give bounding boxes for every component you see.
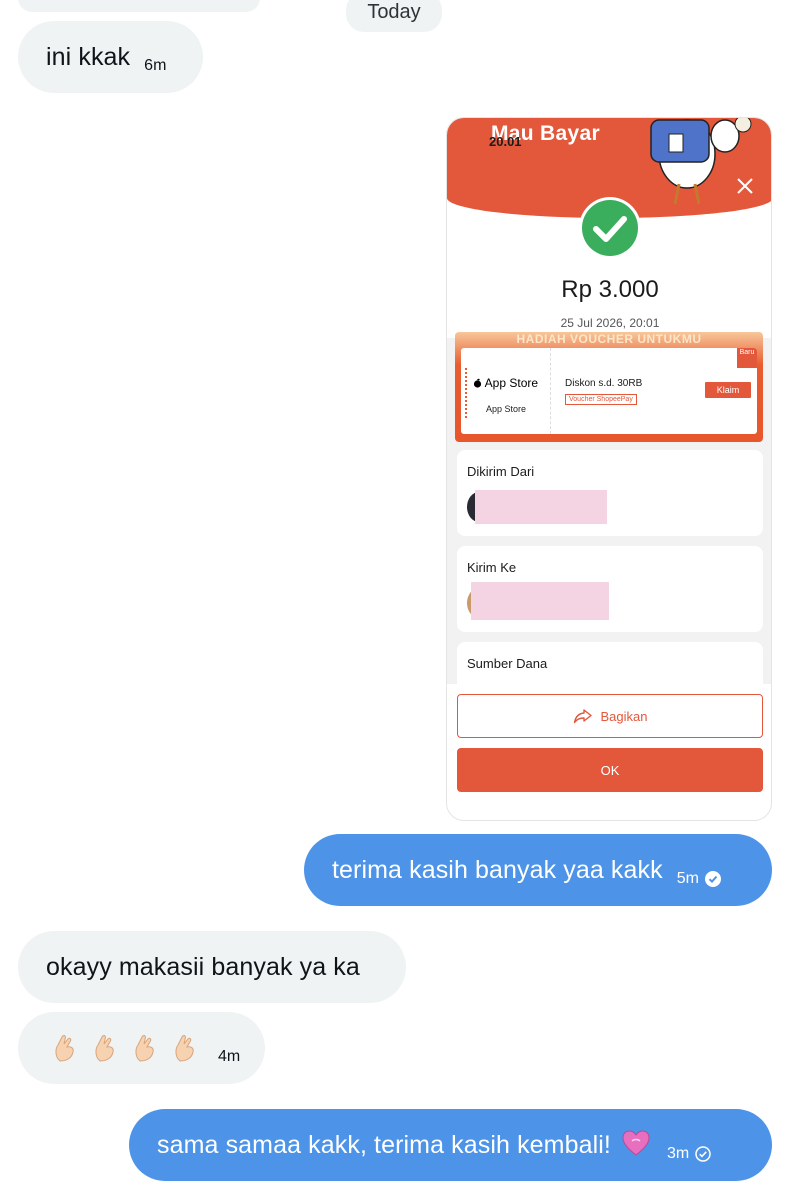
app-store-logo-text: App Store — [484, 376, 539, 390]
recipient-label: Kirim Ke — [467, 560, 517, 575]
message-text: ini kkak — [46, 42, 131, 71]
message-meta: 5m — [677, 870, 721, 888]
status-bar-time: 20.01 — [489, 134, 522, 149]
payment-screenshot-attachment[interactable]: Mau Bayar 20.01 Rp 3.000 25 Jul 2026, 20… — [446, 117, 772, 821]
sender-label: Dikirim Dari — [467, 464, 535, 479]
pinched-fingers-icon — [55, 1035, 74, 1062]
action-footer: Bagikan OK — [447, 684, 771, 820]
previous-message-bubble — [18, 0, 260, 12]
share-label: Bagikan — [600, 708, 648, 724]
voucher-card[interactable]: App Store App Store Diskon s.d. 30RB Vou… — [461, 348, 757, 434]
message-bubble-incoming[interactable]: okayy makasii banyak ya ka — [18, 931, 406, 1003]
claim-button[interactable]: Klaim — [705, 382, 751, 398]
message-time: 4m — [218, 1048, 241, 1065]
new-badge: Baru — [737, 348, 757, 368]
message-time: 3m — [666, 1145, 690, 1162]
voucher-tag: Voucher ShopeePay — [565, 394, 637, 405]
emoji-row — [52, 1033, 198, 1063]
message-text: terima kasih banyak yaa kakk — [332, 855, 663, 884]
mascot-illustration — [650, 118, 752, 205]
message-bubble-outgoing[interactable]: terima kasih banyak yaa kakk 5m — [304, 834, 772, 906]
message-meta: 3m — [667, 1145, 711, 1163]
day-divider-label: Today — [367, 1, 421, 23]
recipient-card: Kirim Ke — [457, 546, 763, 632]
pinched-fingers-icon — [95, 1035, 114, 1062]
ok-label: OK — [600, 762, 620, 778]
payment-amount: Rp 3.000 — [561, 276, 659, 303]
message-text: sama samaa kakk, terima kasih kembali! — [157, 1130, 611, 1159]
sender-card: Dikirim Dari — [457, 450, 763, 536]
app-store-name: App Store — [485, 404, 527, 414]
funding-source-label: Sumber Dana — [467, 656, 548, 671]
voucher-title: Diskon s.d. 30RB — [565, 378, 643, 389]
share-icon — [573, 709, 592, 724]
app-store-logo: App Store — [473, 376, 538, 390]
share-button[interactable]: Bagikan — [457, 694, 763, 738]
heart-icon — [622, 1130, 650, 1156]
ok-button[interactable]: OK — [457, 748, 763, 792]
apple-icon — [473, 378, 482, 388]
close-icon[interactable] — [735, 176, 755, 196]
redacted-recipient-name — [471, 582, 609, 620]
read-check-icon — [704, 871, 721, 887]
message-bubble-incoming[interactable]: ini kkak 6m — [18, 21, 203, 93]
voucher-store-panel: App Store App Store — [461, 348, 551, 434]
day-divider: Today — [346, 0, 442, 32]
message-bubble-incoming[interactable]: 4m — [18, 1012, 265, 1084]
voucher-banner: HADIAH VOUCHER UNTUKMU App Store App Sto… — [455, 332, 763, 442]
redacted-sender-name — [475, 490, 607, 524]
payment-date: 25 Jul 2026, 20:01 — [560, 316, 660, 330]
voucher-banner-title: HADIAH VOUCHER UNTUKMU — [516, 332, 702, 346]
message-time: 5m — [676, 870, 699, 887]
check-circle-icon — [579, 197, 641, 259]
message-time: 6m — [144, 57, 167, 74]
pinched-fingers-icon — [175, 1035, 194, 1062]
message-bubble-outgoing[interactable]: sama samaa kakk, terima kasih kembali! 3… — [129, 1109, 772, 1181]
pinched-fingers-icon — [135, 1035, 154, 1062]
message-text: okayy makasii banyak ya ka — [46, 952, 360, 981]
read-check-icon — [695, 1146, 711, 1162]
